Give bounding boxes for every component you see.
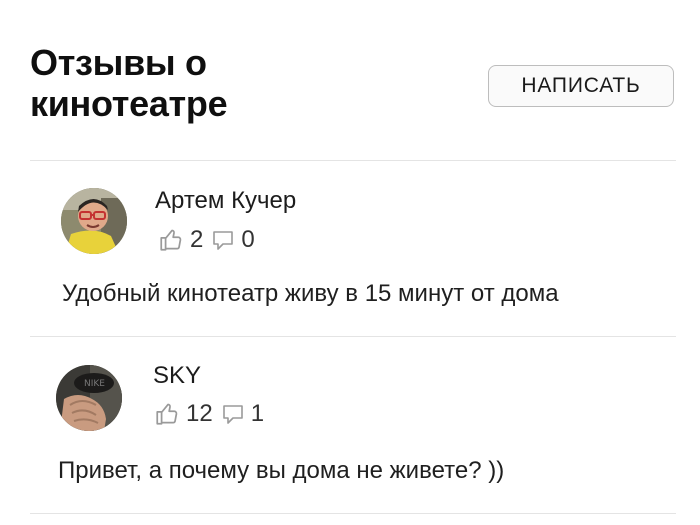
page-header: Отзывы о кинотеатре НАПИСАТЬ <box>30 42 674 142</box>
like-count: 12 <box>186 400 213 427</box>
comment-count: 0 <box>241 226 255 253</box>
divider <box>30 513 676 514</box>
comment-icon[interactable] <box>211 227 235 253</box>
review-text: Удобный кинотеатр живу в 15 минут от дом… <box>62 280 559 307</box>
thumbs-up-icon[interactable] <box>158 227 184 253</box>
divider <box>30 160 676 161</box>
comment-count: 1 <box>250 400 265 427</box>
thumbs-up-icon[interactable] <box>154 401 180 427</box>
svg-text:NIKE: NIKE <box>84 379 105 389</box>
divider <box>30 336 676 337</box>
avatar-image <box>61 188 127 254</box>
avatar[interactable]: NIKE <box>56 365 122 431</box>
review-author[interactable]: SKY <box>153 362 201 390</box>
review-text: Привет, а почему вы дома не живете? )) <box>58 457 505 484</box>
like-count: 2 <box>190 226 204 253</box>
avatar[interactable] <box>61 188 127 254</box>
review-author[interactable]: Артем Кучер <box>155 187 296 215</box>
comment-icon[interactable] <box>221 401 245 427</box>
page-title: Отзывы о кинотеатре <box>30 42 228 124</box>
review-stats: 12 1 <box>154 400 272 428</box>
review-stats: 2 0 <box>158 226 263 254</box>
avatar-image: NIKE <box>56 365 122 431</box>
write-review-button[interactable]: НАПИСАТЬ <box>488 65 674 107</box>
